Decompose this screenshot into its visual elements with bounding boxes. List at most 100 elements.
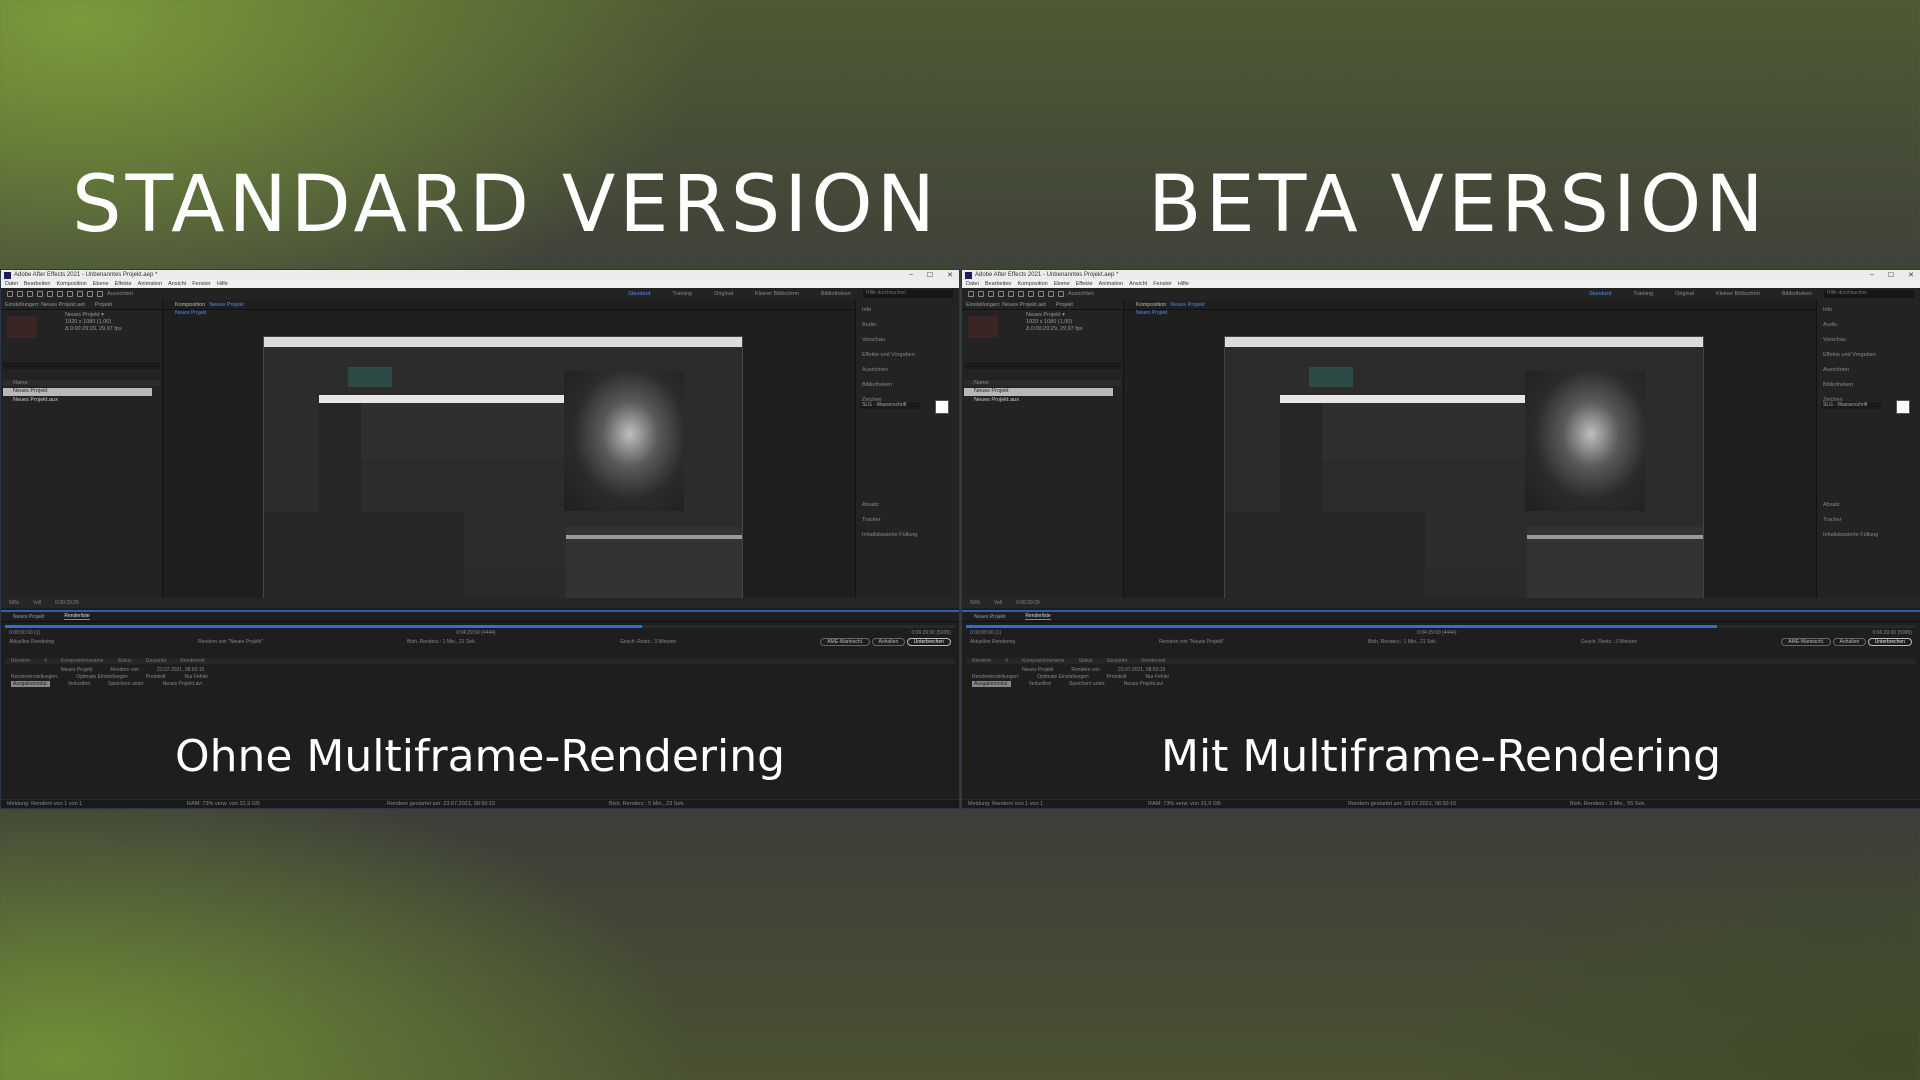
project-column-header[interactable]: Name: [964, 380, 1121, 386]
menu-datei[interactable]: Datei: [5, 281, 18, 287]
column-status[interactable]: Status: [118, 658, 132, 664]
maximize-icon[interactable]: ☐: [1888, 271, 1894, 279]
queue-in-ame-button[interactable]: AME-Warteschl.: [820, 638, 871, 646]
stop-button[interactable]: Anhalten: [1832, 638, 1867, 646]
camera-tool-icon[interactable]: [47, 291, 53, 297]
column-render[interactable]: Rendern: [11, 658, 30, 664]
close-icon[interactable]: ✕: [947, 271, 953, 279]
project-search-input[interactable]: [964, 362, 1121, 369]
render-settings-value[interactable]: Optimale Einstellungen: [76, 674, 127, 680]
composition-viewer[interactable]: [1224, 336, 1704, 607]
tab-render-queue[interactable]: Renderliste: [64, 613, 90, 620]
queue-row[interactable]: Neues Projekt Rendern von 23.07.2021, 08…: [61, 667, 204, 673]
brush-tool-icon[interactable]: [87, 291, 93, 297]
column-number[interactable]: #: [44, 658, 47, 664]
text-tool-icon[interactable]: [77, 291, 83, 297]
panel-audio[interactable]: Audio: [1823, 318, 1914, 333]
shape-tool-icon[interactable]: [57, 291, 63, 297]
maximize-icon[interactable]: ☐: [927, 271, 933, 279]
font-select[interactable]: SLG - Wasserschrift: [860, 402, 920, 409]
panel-tracker[interactable]: Tracker: [862, 513, 953, 528]
panel-tracker[interactable]: Tracker: [1823, 513, 1914, 528]
column-status[interactable]: Status: [1079, 658, 1093, 664]
column-render-time[interactable]: Renderzeit: [1141, 658, 1165, 664]
panel-audio[interactable]: Audio: [862, 318, 953, 333]
zoom-level[interactable]: 50%: [970, 600, 980, 606]
column-comp-name[interactable]: Kompositionsname: [61, 658, 104, 664]
project-item-file[interactable]: Neues Projekt.aux: [3, 397, 152, 405]
menu-komposition[interactable]: Komposition: [56, 281, 86, 287]
selection-tool-icon[interactable]: [7, 291, 13, 297]
menu-animation[interactable]: Animation: [1099, 281, 1123, 287]
panel-preview[interactable]: Vorschau: [1823, 333, 1914, 348]
menu-datei[interactable]: Datei: [966, 281, 979, 287]
tab-timeline[interactable]: Neues Projekt: [13, 614, 44, 620]
panel-align[interactable]: Ausrichten: [862, 363, 953, 378]
tab-project[interactable]: Projekt: [1056, 302, 1073, 308]
fill-color-swatch[interactable]: [935, 400, 949, 414]
panel-paragraph[interactable]: Absatz: [1823, 498, 1914, 513]
panel-content-aware-fill[interactable]: Inhaltsbasierte Füllung: [862, 528, 953, 543]
camera-tool-icon[interactable]: [1008, 291, 1014, 297]
composition-info-name[interactable]: Neues Projekt ▾: [1026, 312, 1083, 319]
current-time[interactable]: 0:00:29:29: [55, 600, 79, 606]
menu-ansicht[interactable]: Ansicht: [168, 281, 186, 287]
project-item-composition[interactable]: Neues Projekt: [3, 388, 152, 396]
panel-info[interactable]: Info: [1823, 303, 1914, 318]
align-label[interactable]: Ausrichten: [107, 291, 133, 297]
output-module-value[interactable]: Verlustfrei: [68, 681, 90, 687]
workspace-training[interactable]: Training: [672, 291, 692, 297]
workspace-small-screen[interactable]: Kleiner Bildschirm: [1716, 291, 1760, 297]
workspace-standard[interactable]: Standard: [1589, 291, 1611, 297]
workspace-standard[interactable]: Standard: [628, 291, 650, 297]
composition-tab[interactable]: Komposition Neues Projekt: [1124, 300, 1816, 310]
shape-tool-icon[interactable]: [1018, 291, 1024, 297]
panel-effects-presets[interactable]: Effekte und Vorgaben: [1823, 348, 1914, 363]
workspace-original[interactable]: Original: [714, 291, 733, 297]
column-render[interactable]: Rendern: [972, 658, 991, 664]
project-column-header[interactable]: Name: [3, 380, 160, 386]
panel-content-aware-fill[interactable]: Inhaltsbasierte Füllung: [1823, 528, 1914, 543]
menu-hilfe[interactable]: Hilfe: [217, 281, 228, 287]
menu-fenster[interactable]: Fenster: [1153, 281, 1172, 287]
resolution[interactable]: Voll: [994, 600, 1002, 606]
workspace-original[interactable]: Original: [1675, 291, 1694, 297]
menu-effekte[interactable]: Effekte: [115, 281, 132, 287]
composition-tab[interactable]: Komposition Neues Projekt: [163, 300, 855, 310]
save-as-value[interactable]: Neues Projekt.avi: [1124, 681, 1163, 687]
composition-info-name[interactable]: Neues Projekt ▾: [65, 312, 122, 319]
panel-libraries[interactable]: Bibliotheken: [862, 378, 953, 393]
tab-project[interactable]: Projekt: [95, 302, 112, 308]
panel-info[interactable]: Info: [862, 303, 953, 318]
menu-bearbeiten[interactable]: Bearbeiten: [985, 281, 1012, 287]
composition-sub-tab[interactable]: Neues Projekt: [1124, 310, 1816, 318]
font-select[interactable]: SLG - Wasserschrift: [1821, 402, 1881, 409]
composition-viewer[interactable]: [263, 336, 743, 607]
render-settings-value[interactable]: Optimale Einstellungen: [1037, 674, 1088, 680]
pause-button[interactable]: Unterbrechen: [1867, 638, 1912, 646]
output-module-value[interactable]: Verlustfrei: [1029, 681, 1051, 687]
resolution[interactable]: Voll: [33, 600, 41, 606]
panel-align[interactable]: Ausrichten: [1823, 363, 1914, 378]
queue-row[interactable]: Neues Projekt Rendern von 23.07.2021, 08…: [1022, 667, 1165, 673]
panel-paragraph[interactable]: Absatz: [862, 498, 953, 513]
help-search-input[interactable]: Hilfe durchsuchen: [863, 290, 953, 298]
composition-sub-tab[interactable]: Neues Projekt: [163, 310, 855, 318]
menu-fenster[interactable]: Fenster: [192, 281, 211, 287]
hand-tool-icon[interactable]: [978, 291, 984, 297]
hand-tool-icon[interactable]: [17, 291, 23, 297]
log-value[interactable]: Nur Fehler: [1146, 674, 1170, 680]
tab-render-queue[interactable]: Renderliste: [1025, 613, 1051, 620]
tab-timeline[interactable]: Neues Projekt: [974, 614, 1005, 620]
puppet-tool-icon[interactable]: [1058, 291, 1064, 297]
menu-animation[interactable]: Animation: [138, 281, 162, 287]
column-started[interactable]: Gestartet: [146, 658, 167, 664]
log-value[interactable]: Nur Fehler: [185, 674, 209, 680]
project-search-input[interactable]: [3, 362, 160, 369]
pen-tool-icon[interactable]: [67, 291, 73, 297]
help-search-input[interactable]: Hilfe durchsuchen: [1824, 290, 1914, 298]
panel-libraries[interactable]: Bibliotheken: [1823, 378, 1914, 393]
column-render-time[interactable]: Renderzeit: [180, 658, 204, 664]
close-icon[interactable]: ✕: [1908, 271, 1914, 279]
tab-effect-settings[interactable]: Einstellungen: Neues Projekt.aet: [966, 302, 1046, 308]
